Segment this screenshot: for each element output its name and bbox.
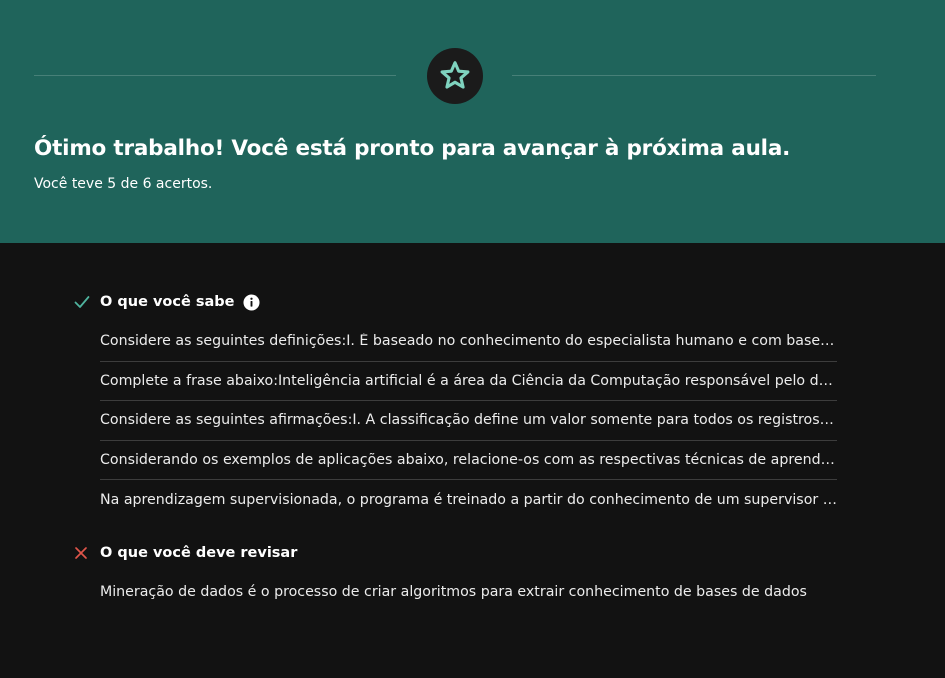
x-icon — [74, 546, 100, 560]
review-section-header: O que você deve revisar — [74, 543, 297, 563]
known-section-header: O que você sabe — [74, 292, 261, 312]
known-item[interactable]: Considere as seguintes afirmações:I. A c… — [100, 401, 837, 441]
divider-right — [512, 75, 876, 76]
result-headline: Ótimo trabalho! Você está pronto para av… — [34, 136, 791, 161]
result-banner: Ótimo trabalho! Você está pronto para av… — [0, 0, 945, 243]
info-icon[interactable] — [243, 293, 261, 311]
review-item[interactable]: Mineração de dados é o processo de criar… — [100, 572, 837, 612]
known-item[interactable]: Considerando os exemplos de aplicações a… — [100, 441, 837, 480]
star-icon — [440, 61, 470, 89]
known-list: Considere as seguintes definições:I. É b… — [100, 322, 837, 520]
known-item[interactable]: Considere as seguintes definições:I. É b… — [100, 322, 837, 362]
review-list: Mineração de dados é o processo de criar… — [100, 572, 837, 612]
known-item[interactable]: Complete a frase abaixo:Inteligência art… — [100, 362, 837, 401]
known-section-title: O que você sabe — [100, 294, 235, 310]
star-badge — [427, 48, 483, 104]
check-icon — [74, 295, 100, 309]
divider-left — [34, 75, 396, 76]
review-section-title: O que você deve revisar — [100, 545, 298, 561]
score-text: Você teve 5 de 6 acertos. — [34, 176, 213, 192]
known-item[interactable]: Na aprendizagem supervisionada, o progra… — [100, 480, 837, 520]
